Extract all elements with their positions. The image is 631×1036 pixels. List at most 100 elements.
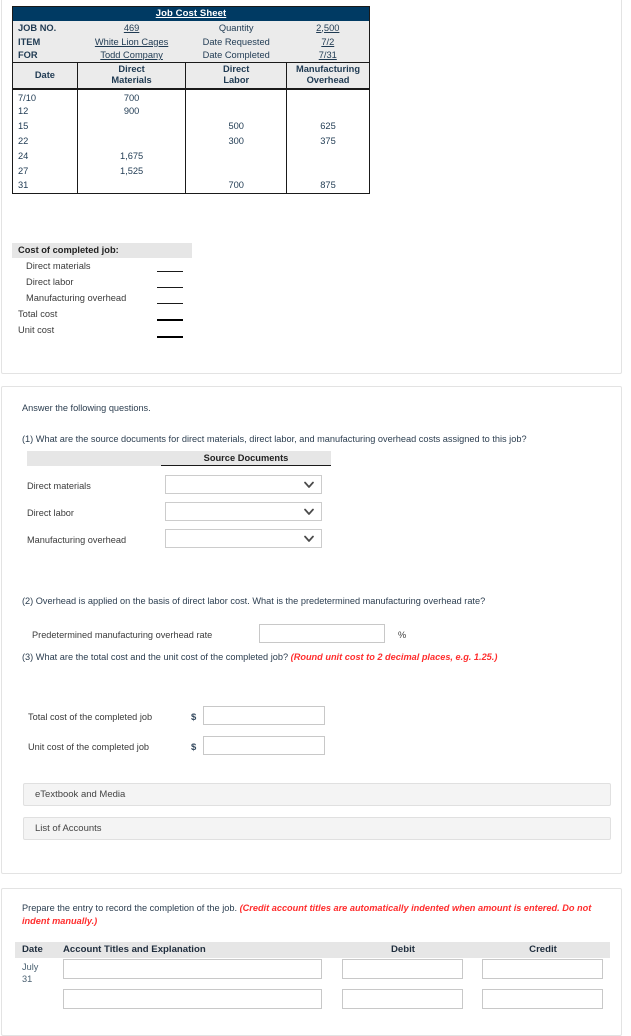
chevron-down-icon bbox=[304, 535, 314, 542]
col-header-date: Date bbox=[12, 62, 78, 90]
for-value: Todd Company bbox=[100, 50, 163, 61]
col-header-dm-line2: Materials bbox=[111, 75, 152, 86]
job-cost-sheet-title: Job Cost Sheet bbox=[12, 6, 370, 21]
cost-line-unit-cost-label: Unit cost bbox=[18, 325, 55, 335]
cell-date: 27 bbox=[12, 163, 78, 179]
unit-cost-input[interactable] bbox=[203, 736, 325, 755]
source-documents-header-label: Source Documents bbox=[161, 451, 331, 466]
total-cost-label: Total cost of the completed job bbox=[28, 712, 153, 722]
cost-line-direct-materials-label: Direct materials bbox=[26, 261, 91, 271]
job-no-label: JOB NO. bbox=[12, 20, 78, 35]
predetermined-rate-input[interactable] bbox=[259, 624, 385, 643]
cell-direct-labor: 700 bbox=[185, 178, 287, 194]
item-label: ITEM bbox=[12, 34, 78, 49]
for-value-cell: Todd Company bbox=[77, 48, 186, 63]
percent-symbol: % bbox=[398, 630, 407, 640]
cell-date: 15 bbox=[12, 118, 78, 134]
col-header-direct-materials: Direct Materials bbox=[76, 62, 186, 90]
chevron-down-icon bbox=[304, 508, 314, 515]
cell-direct-labor bbox=[185, 103, 287, 119]
cell-direct-materials bbox=[76, 178, 186, 194]
cell-manufacturing-overhead: 875 bbox=[286, 178, 370, 194]
journal-credit-input-row1[interactable] bbox=[482, 959, 603, 979]
journal-date-cell: July 31 bbox=[22, 961, 38, 985]
total-cost-currency: $ bbox=[191, 712, 197, 723]
source-documents-header-band: Source Documents bbox=[27, 451, 331, 466]
table-row: 22 300 375 bbox=[12, 133, 370, 149]
journal-col-header-debit: Debit bbox=[391, 944, 415, 955]
col-header-date-line2: Date bbox=[34, 69, 55, 80]
for-row: FOR Todd Company Date Completed 7/31 bbox=[12, 48, 370, 63]
cost-of-completed-job-block: Cost of completed job: Direct materials … bbox=[12, 243, 192, 338]
col-header-manufacturing-overhead: Manufacturing Overhead bbox=[286, 62, 370, 90]
job-no-value: 469 bbox=[123, 22, 140, 33]
cell-date: 12 bbox=[12, 103, 78, 119]
journal-debit-input-row2[interactable] bbox=[342, 989, 463, 1009]
question-3-plain: (3) What are the total cost and the unit… bbox=[22, 652, 291, 662]
question-1-text: (1) What are the source documents for di… bbox=[22, 434, 527, 444]
cell-direct-labor bbox=[185, 88, 287, 104]
date-completed-label: Date Completed bbox=[185, 48, 287, 63]
journal-header-band: Date Account Titles and Explanation Debi… bbox=[15, 942, 610, 958]
cost-line-direct-labor-label: Direct labor bbox=[26, 277, 74, 287]
journal-account-input-row2[interactable] bbox=[63, 989, 322, 1009]
cost-line-manufacturing-overhead-rule bbox=[157, 303, 183, 304]
cell-manufacturing-overhead: 375 bbox=[286, 133, 370, 149]
question-3-text: (3) What are the total cost and the unit… bbox=[22, 651, 607, 663]
cell-direct-labor bbox=[185, 163, 287, 179]
table-row: 31 700 875 bbox=[12, 178, 370, 194]
etextbook-and-media-button[interactable]: eTextbook and Media bbox=[23, 783, 611, 806]
cell-direct-labor: 500 bbox=[185, 118, 287, 134]
job-cost-sheet-title-text: Job Cost Sheet bbox=[155, 8, 227, 20]
list-of-accounts-button[interactable]: List of Accounts bbox=[23, 817, 611, 840]
journal-instruction-plain: Prepare the entry to record the completi… bbox=[22, 903, 240, 913]
job-cost-sheet-card: Job Cost Sheet JOB NO. 469 Quantity 2,50… bbox=[1, 0, 622, 374]
cost-line-unit-cost: Unit cost bbox=[12, 322, 192, 338]
journal-instruction: Prepare the entry to record the completi… bbox=[22, 902, 610, 928]
cell-direct-materials: 900 bbox=[76, 103, 186, 119]
table-row: 15 500 625 bbox=[12, 118, 370, 134]
questions-card: Answer the following questions. (1) What… bbox=[1, 386, 622, 874]
job-cost-sheet-column-header-row: Date Direct Materials Direct Labor Manuf… bbox=[12, 62, 370, 90]
question-3-hint: (Round unit cost to 2 decimal places, e.… bbox=[290, 652, 498, 662]
cost-line-total-cost-label: Total cost bbox=[18, 309, 58, 319]
quantity-value-cell: 2,500 bbox=[286, 20, 370, 35]
journal-debit-input-row1[interactable] bbox=[342, 959, 463, 979]
source-select-manufacturing-overhead[interactable] bbox=[165, 529, 322, 548]
cell-direct-materials bbox=[76, 133, 186, 149]
source-select-direct-materials[interactable] bbox=[165, 475, 322, 494]
cell-date: 31 bbox=[12, 178, 78, 194]
quantity-label: Quantity bbox=[185, 20, 287, 35]
unit-cost-currency: $ bbox=[191, 742, 197, 753]
cell-date: 24 bbox=[12, 148, 78, 164]
date-requested-value: 7/2 bbox=[321, 36, 335, 47]
item-row: ITEM White Lion Cages Date Requested 7/2 bbox=[12, 34, 370, 49]
col-header-dm-line1: Direct bbox=[118, 64, 145, 75]
cost-of-completed-job-heading: Cost of completed job: bbox=[12, 243, 192, 258]
cost-line-total-cost-rule bbox=[157, 319, 183, 321]
date-completed-value: 7/31 bbox=[318, 50, 337, 61]
cell-date: 22 bbox=[12, 133, 78, 149]
job-no-value-cell: 469 bbox=[77, 20, 186, 35]
job-cost-sheet-table: Job Cost Sheet JOB NO. 469 Quantity 2,50… bbox=[12, 6, 370, 194]
quantity-value: 2,500 bbox=[316, 22, 340, 33]
cost-line-manufacturing-overhead: Manufacturing overhead bbox=[12, 290, 192, 306]
job-no-row: JOB NO. 469 Quantity 2,500 bbox=[12, 20, 370, 35]
date-requested-label: Date Requested bbox=[185, 34, 287, 49]
answer-instruction: Answer the following questions. bbox=[22, 403, 151, 413]
cost-line-direct-materials-rule bbox=[157, 271, 183, 272]
journal-credit-input-row2[interactable] bbox=[482, 989, 603, 1009]
col-header-direct-labor: Direct Labor bbox=[185, 62, 287, 90]
source-select-direct-labor[interactable] bbox=[165, 502, 322, 521]
total-cost-input[interactable] bbox=[203, 706, 325, 725]
journal-account-input-row1[interactable] bbox=[63, 959, 322, 979]
cell-manufacturing-overhead bbox=[286, 88, 370, 104]
job-cost-sheet-body: 7/10 700 12 900 15 500 625 22 300 375 24… bbox=[12, 88, 370, 194]
source-row-direct-materials-label: Direct materials bbox=[27, 481, 91, 491]
journal-date-line-day: 31 bbox=[22, 974, 33, 984]
cell-manufacturing-overhead bbox=[286, 163, 370, 179]
table-row: 24 1,675 bbox=[12, 148, 370, 164]
item-value-cell: White Lion Cages bbox=[77, 34, 186, 49]
cost-line-manufacturing-overhead-label: Manufacturing overhead bbox=[26, 293, 127, 303]
col-header-moh-line1: Manufacturing bbox=[296, 64, 361, 75]
